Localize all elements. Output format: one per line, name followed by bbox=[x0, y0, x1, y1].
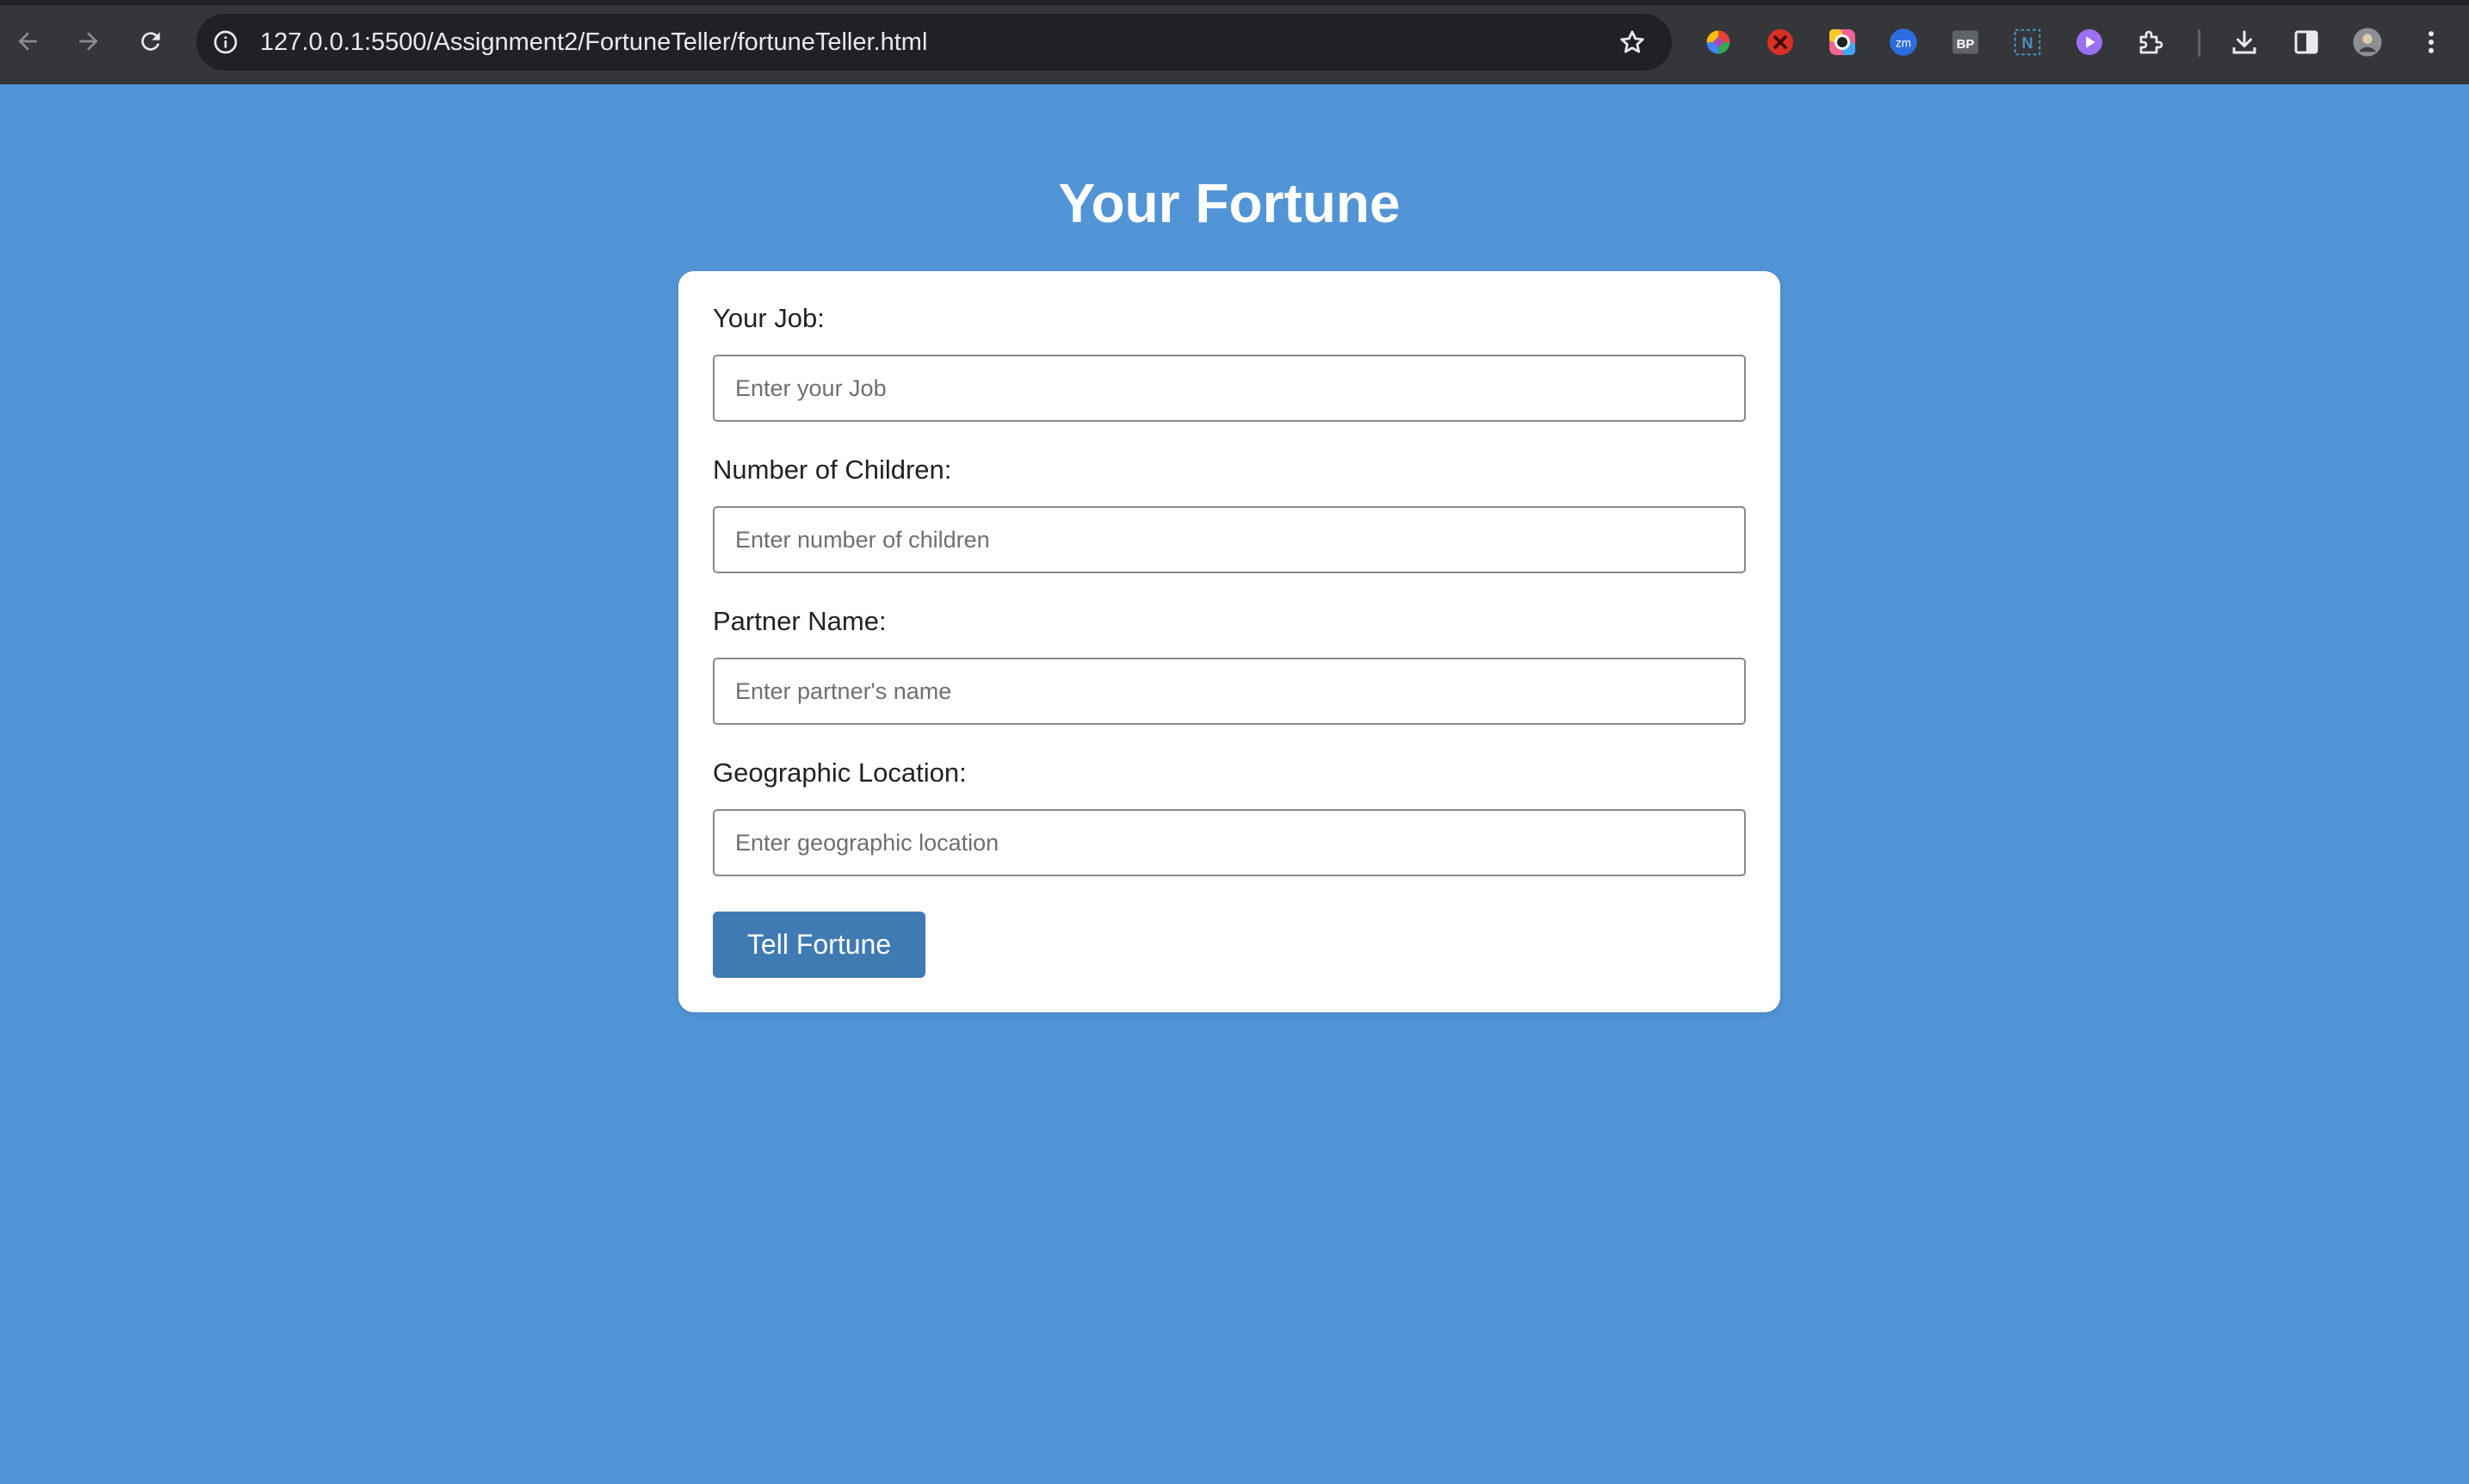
download-icon[interactable] bbox=[2228, 26, 2261, 59]
purple-play-extension-icon[interactable] bbox=[2073, 26, 2106, 59]
zoom-extension-text: zm bbox=[1896, 36, 1911, 49]
fortune-form-card: Your Job: Number of Children: Partner Na… bbox=[678, 271, 1780, 1012]
url-text[interactable]: 127.0.0.1:5500/Assignment2/FortuneTeller… bbox=[260, 14, 927, 71]
side-panel-icon[interactable] bbox=[2290, 26, 2323, 59]
forward-arrow-icon[interactable] bbox=[70, 22, 108, 60]
partner-label: Partner Name: bbox=[713, 606, 887, 636]
location-label: Geographic Location: bbox=[713, 757, 967, 788]
bp-extension-icon[interactable]: BP bbox=[1949, 26, 1982, 59]
partner-input[interactable] bbox=[713, 658, 1746, 725]
children-label: Number of Children: bbox=[713, 454, 952, 485]
page-title: Your Fortune bbox=[1058, 172, 1401, 234]
color-pinwheel-extension-icon[interactable] bbox=[1702, 26, 1735, 59]
red-x-extension-icon[interactable] bbox=[1764, 26, 1797, 59]
bookmark-star-icon[interactable] bbox=[1617, 27, 1648, 58]
toolbar-divider bbox=[2198, 29, 2200, 57]
reload-icon[interactable] bbox=[132, 22, 170, 60]
location-input[interactable] bbox=[713, 809, 1746, 876]
profile-avatar-icon[interactable] bbox=[2351, 26, 2384, 59]
back-arrow-icon[interactable] bbox=[9, 22, 46, 60]
site-info-icon[interactable] bbox=[210, 27, 241, 58]
job-label: Your Job: bbox=[713, 303, 825, 333]
bp-extension-text: BP bbox=[1957, 37, 1975, 52]
address-bar[interactable]: 127.0.0.1:5500/Assignment2/FortuneTeller… bbox=[196, 14, 1672, 71]
browser-toolbar: 127.0.0.1:5500/Assignment2/FortuneTeller… bbox=[0, 0, 2469, 84]
puzzle-extensions-icon[interactable] bbox=[2135, 26, 2168, 59]
tell-fortune-button[interactable]: Tell Fortune bbox=[713, 912, 925, 978]
notion-n-extension-icon[interactable]: N bbox=[2011, 26, 2044, 59]
rainbow-ring-extension-icon[interactable] bbox=[1826, 26, 1859, 59]
zoom-extension-icon[interactable]: zm bbox=[1887, 26, 1920, 59]
job-input[interactable] bbox=[713, 355, 1746, 422]
tab-strip-edge bbox=[0, 0, 2469, 5]
kebab-menu-icon[interactable] bbox=[2415, 26, 2447, 59]
children-input[interactable] bbox=[713, 506, 1746, 573]
notion-n-extension-text: N bbox=[2022, 34, 2033, 52]
